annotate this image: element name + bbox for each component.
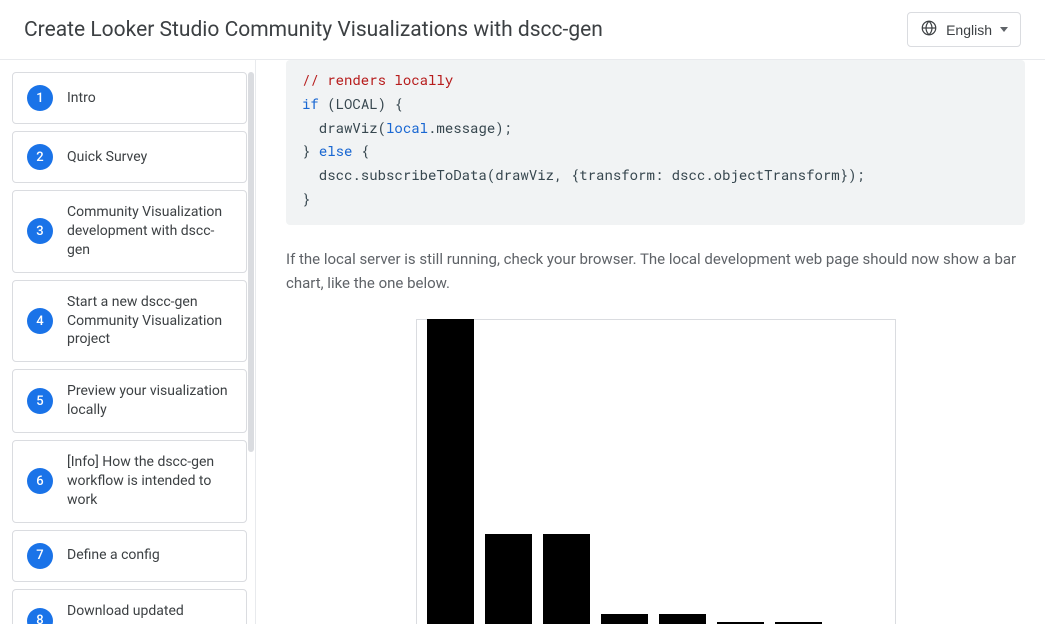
code-text: { (352, 141, 369, 160)
bar-none: (none) (543, 534, 590, 624)
step-label: Intro (67, 89, 96, 108)
step-number-badge: 3 (27, 218, 53, 244)
sidebar-step-5[interactable]: 5 Preview your visualization locally (12, 369, 247, 433)
chevron-down-icon (1000, 27, 1008, 32)
step-number-badge: 7 (27, 543, 53, 569)
code-text: (LOCAL) { (319, 94, 403, 113)
main-content: // renders locally if (LOCAL) { drawViz(… (256, 60, 1045, 624)
bar-rect (601, 614, 648, 624)
step-label: Community Visualization development with… (67, 203, 232, 260)
page-header: Create Looker Studio Community Visualiza… (0, 0, 1045, 60)
bar-rect (427, 319, 474, 624)
code-text: } (302, 189, 310, 208)
bar-rect (485, 534, 532, 624)
step-number-badge: 2 (27, 144, 53, 170)
step-label: Preview your visualization locally (67, 382, 232, 420)
code-text: .message); (428, 118, 512, 137)
language-label: English (946, 22, 992, 38)
step-number-badge: 8 (27, 608, 53, 624)
bar-chart: organicreferral(none)(not set)affiliatec… (416, 319, 896, 624)
code-text: } (302, 141, 319, 160)
sidebar-step-6[interactable]: 6 [Info] How the dscc-gen workflow is int… (12, 440, 247, 523)
step-number-badge: 5 (27, 388, 53, 414)
step-label: Download updated message (67, 602, 232, 624)
bar-affiliate: affiliate (659, 614, 706, 624)
language-select-button[interactable]: English (907, 12, 1021, 47)
sidebar-step-7[interactable]: 7 Define a config (12, 530, 247, 582)
code-text: drawViz( (302, 118, 386, 137)
step-number-badge: 4 (27, 308, 53, 334)
code-block: // renders locally if (LOCAL) { drawViz(… (286, 60, 1025, 225)
step-number-badge: 6 (27, 468, 53, 494)
sidebar-scrollbar[interactable] (248, 72, 254, 452)
bar-notset: (not set) (601, 614, 648, 624)
step-label: [Info] How the dscc-gen workflow is inte… (67, 453, 232, 510)
step-label: Start a new dscc-gen Community Visualiza… (67, 293, 232, 350)
globe-icon (920, 19, 938, 40)
steps-sidebar: 1 Intro 2 Quick Survey 3 Community Visualizat… (0, 60, 256, 624)
bar-rect (659, 614, 706, 624)
bar-organic: organic (427, 319, 474, 624)
code-keyword-else: else (319, 141, 353, 160)
code-text: dscc.subscribeToData(drawViz, {transform… (302, 165, 865, 184)
step-label: Quick Survey (67, 148, 147, 167)
code-var-local: local (386, 118, 428, 137)
sidebar-step-1[interactable]: 1 Intro (12, 72, 247, 124)
step-number-badge: 1 (27, 85, 53, 111)
bar-referral: referral (485, 534, 532, 624)
sidebar-step-2[interactable]: 2 Quick Survey (12, 131, 247, 183)
page-title: Create Looker Studio Community Visualiza… (24, 18, 603, 42)
sidebar-step-3[interactable]: 3 Community Visualization development wit… (12, 190, 247, 273)
step-label: Define a config (67, 546, 160, 565)
instruction-paragraph: If the local server is still running, ch… (286, 247, 1025, 295)
sidebar-step-4[interactable]: 4 Start a new dscc-gen Community Visualiz… (12, 280, 247, 363)
sidebar-step-8[interactable]: 8 Download updated message (12, 589, 247, 624)
bar-rect (543, 534, 590, 624)
code-comment: // renders locally (302, 70, 453, 89)
code-keyword-if: if (302, 94, 319, 113)
